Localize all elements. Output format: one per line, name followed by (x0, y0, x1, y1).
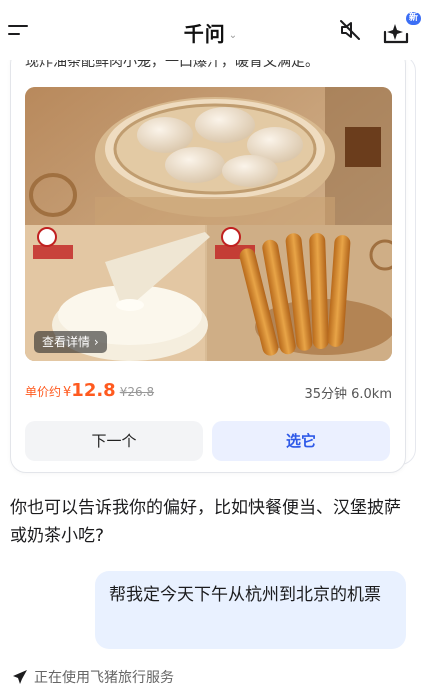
restaurant-card[interactable]: 现炸油条配鲜肉小笼，一口爆汁，暖胃又满足。 查看详情 › 单价约 ¥12.8 ¥… (10, 48, 406, 473)
pick-button[interactable]: 选它 (212, 421, 390, 461)
next-button[interactable]: 下一个 (25, 421, 203, 461)
chevron-down-icon[interactable]: ⌄ (229, 30, 237, 41)
speaker-muted-icon[interactable] (338, 18, 362, 42)
service-status: 正在使用飞猪旅行服务 (12, 668, 174, 688)
service-status-text: 正在使用飞猪旅行服务 (34, 670, 174, 686)
new-badge: 新 (406, 12, 421, 25)
top-bar: 千问 ⌄ 新 (0, 0, 421, 60)
price-label: 单价约 (25, 385, 62, 399)
original-price: ¥26.8 (119, 385, 155, 399)
delivery-eta: 35分钟 6.0km (304, 387, 392, 402)
view-details-button[interactable]: 查看详情 › (34, 331, 107, 353)
user-message: 帮我定今天下午从杭州到北京的机票 (95, 571, 406, 649)
price-value: 12.8 (71, 380, 116, 401)
assistant-message: 你也可以告诉我你的偏好，比如快餐便当、汉堡披萨或奶茶小吃? (10, 498, 401, 546)
food-photo[interactable]: 查看详情 › (25, 87, 392, 361)
plane-icon (12, 669, 28, 685)
app-title[interactable]: 千问 (184, 22, 226, 46)
price-row: 单价约 ¥12.8 ¥26.8 35分钟 6.0km (25, 380, 392, 404)
